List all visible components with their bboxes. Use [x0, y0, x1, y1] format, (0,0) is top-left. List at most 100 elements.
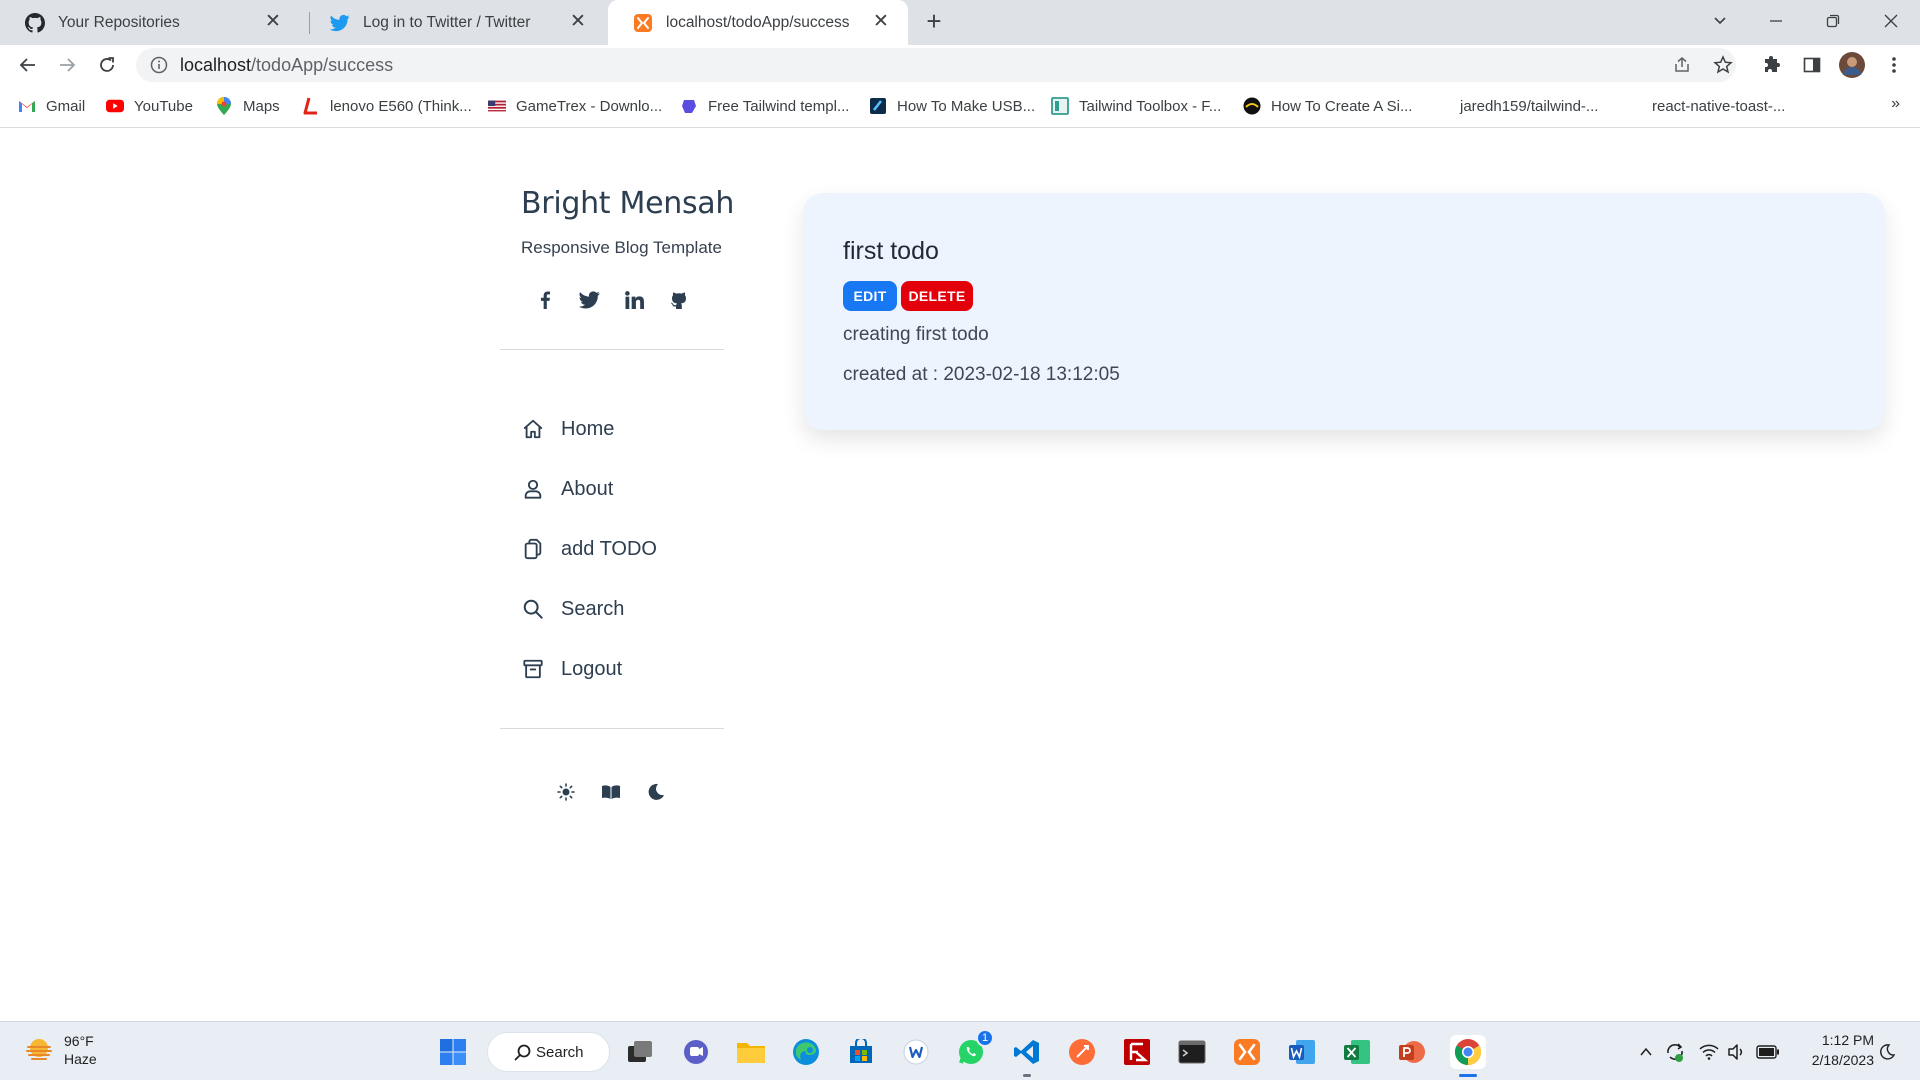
- teams-chat-icon[interactable]: [679, 1035, 713, 1069]
- taskbar-search[interactable]: Search: [487, 1032, 610, 1072]
- chrome-menu-icon[interactable]: [1880, 51, 1908, 79]
- minimize-button[interactable]: [1756, 8, 1796, 36]
- moon-icon[interactable]: [644, 780, 668, 804]
- author-name: Bright Mensah: [521, 186, 735, 221]
- microsoft-store-icon[interactable]: [844, 1035, 878, 1069]
- address-bar[interactable]: localhost/todoApp/success: [136, 48, 1736, 82]
- bookmark-tailwind-toolbox[interactable]: Tailwind Toolbox - F...: [1051, 95, 1221, 117]
- sync-icon[interactable]: [1663, 1040, 1687, 1064]
- xampp-icon[interactable]: [1230, 1035, 1264, 1069]
- postman-icon[interactable]: [1065, 1035, 1099, 1069]
- nav-search[interactable]: Search: [521, 592, 624, 626]
- word-icon[interactable]: [1285, 1035, 1319, 1069]
- close-icon[interactable]: ✕: [262, 11, 284, 33]
- user-icon: [521, 477, 545, 501]
- home-icon: [521, 417, 545, 441]
- bookmark-gmail[interactable]: Gmail: [18, 95, 85, 117]
- nav-logout-label: Logout: [561, 657, 623, 680]
- restore-button[interactable]: [1813, 8, 1853, 36]
- bookmark-gametrex[interactable]: GameTrex - Downlo...: [488, 95, 662, 117]
- delete-button[interactable]: DELETE: [901, 281, 973, 311]
- tab-your-repositories[interactable]: Your Repositories ✕: [0, 0, 300, 45]
- nav-about[interactable]: About: [521, 472, 613, 506]
- tailwind-icon: [680, 97, 698, 115]
- edge-browser-icon[interactable]: [789, 1035, 823, 1069]
- nav-add-todo-label: add TODO: [561, 537, 657, 560]
- tab-title: Log in to Twitter / Twitter: [363, 13, 531, 31]
- twitter-icon: [329, 12, 351, 34]
- focus-assist-moon-icon[interactable]: [1875, 1040, 1899, 1064]
- terminal-icon[interactable]: [1175, 1035, 1209, 1069]
- xampp-icon: [632, 12, 654, 34]
- bookmarks-bar: Gmail YouTube Maps lenovo E560 (Think...…: [0, 85, 1920, 128]
- new-tab-button[interactable]: +: [920, 8, 948, 36]
- todo-card: first todo EDIT DELETE creating first to…: [803, 193, 1885, 430]
- side-panel-icon[interactable]: [1798, 51, 1826, 79]
- youtube-icon: [106, 97, 124, 115]
- sidebar-divider: [500, 349, 724, 350]
- system-clock[interactable]: 1:12 PM 2/18/2023: [1790, 1030, 1874, 1070]
- weather-widget[interactable]: 96°F Haze: [24, 1032, 97, 1068]
- nav-logout[interactable]: Logout: [521, 652, 622, 686]
- todo-created-at: created at : 2023-02-18 13:12:05: [843, 364, 1120, 385]
- powerpoint-icon[interactable]: [1395, 1035, 1429, 1069]
- bookmark-usb[interactable]: How To Make USB...: [869, 95, 1035, 117]
- chrome-icon[interactable]: [1450, 1035, 1486, 1077]
- whatsapp-icon[interactable]: 1: [954, 1029, 994, 1069]
- usb-icon: [869, 97, 887, 115]
- volume-icon[interactable]: [1725, 1040, 1749, 1064]
- facebook-icon[interactable]: [533, 288, 557, 312]
- bookmark-lenovo[interactable]: lenovo E560 (Think...: [302, 95, 472, 117]
- close-window-button[interactable]: [1871, 8, 1911, 36]
- word-web-icon[interactable]: [899, 1035, 933, 1069]
- back-button[interactable]: [14, 51, 42, 79]
- bookmark-free-tailwind[interactable]: Free Tailwind templ...: [680, 95, 849, 117]
- task-view-icon[interactable]: [623, 1035, 657, 1069]
- running-indicator: [1459, 1074, 1477, 1077]
- tab-todo-success[interactable]: localhost/todoApp/success ✕: [608, 0, 908, 45]
- bookmark-how-to-create[interactable]: How To Create A Si...: [1243, 95, 1412, 117]
- sun-icon[interactable]: [554, 780, 578, 804]
- nav-add-todo[interactable]: add TODO: [521, 532, 657, 566]
- github-icon[interactable]: [667, 288, 691, 312]
- battery-icon[interactable]: [1756, 1040, 1780, 1064]
- file-explorer-icon[interactable]: [734, 1035, 768, 1069]
- bookmark-jaredh159[interactable]: jaredh159/tailwind-...: [1460, 95, 1598, 117]
- tab-search-chevron-icon[interactable]: [1700, 8, 1740, 36]
- archive-icon: [521, 657, 545, 681]
- tab-title: Your Repositories: [58, 13, 180, 31]
- site-info-icon[interactable]: [150, 56, 168, 74]
- search-icon: [514, 1044, 531, 1065]
- gametrex-icon: [488, 97, 506, 115]
- bookmark-maps[interactable]: Maps: [215, 95, 280, 117]
- clock-time: 1:12 PM: [1821, 1032, 1874, 1048]
- edit-button[interactable]: EDIT: [843, 281, 897, 311]
- twitter-icon[interactable]: [577, 288, 601, 312]
- vscode-icon[interactable]: [1010, 1035, 1044, 1077]
- bookmark-youtube[interactable]: YouTube: [106, 95, 193, 117]
- reload-button[interactable]: [93, 51, 121, 79]
- linkedin-icon[interactable]: [622, 288, 646, 312]
- filezilla-icon[interactable]: [1120, 1035, 1154, 1069]
- more-bookmarks-button[interactable]: »: [1891, 95, 1900, 113]
- nav-home[interactable]: Home: [521, 412, 614, 446]
- bookmark-star-icon[interactable]: [1709, 51, 1737, 79]
- close-icon[interactable]: ✕: [870, 11, 892, 33]
- show-hidden-icons-chevron-icon[interactable]: [1634, 1040, 1658, 1064]
- bookmark-react-native-toast[interactable]: react-native-toast-...: [1652, 95, 1785, 117]
- tab-twitter-login[interactable]: Log in to Twitter / Twitter ✕: [305, 0, 605, 45]
- extensions-icon[interactable]: [1758, 51, 1786, 79]
- lenovo-icon: [302, 97, 320, 115]
- wifi-icon[interactable]: [1697, 1040, 1721, 1064]
- profile-avatar[interactable]: [1838, 51, 1866, 79]
- share-icon[interactable]: [1668, 51, 1696, 79]
- book-icon[interactable]: [599, 780, 623, 804]
- create-icon: [1243, 97, 1261, 115]
- forward-button[interactable]: [53, 51, 81, 79]
- excel-icon[interactable]: [1340, 1035, 1374, 1069]
- maps-icon: [215, 97, 233, 115]
- tab-title: localhost/todoApp/success: [666, 13, 850, 31]
- nav-about-label: About: [561, 477, 614, 500]
- close-icon[interactable]: ✕: [567, 11, 589, 33]
- windows-start-icon[interactable]: [436, 1035, 470, 1069]
